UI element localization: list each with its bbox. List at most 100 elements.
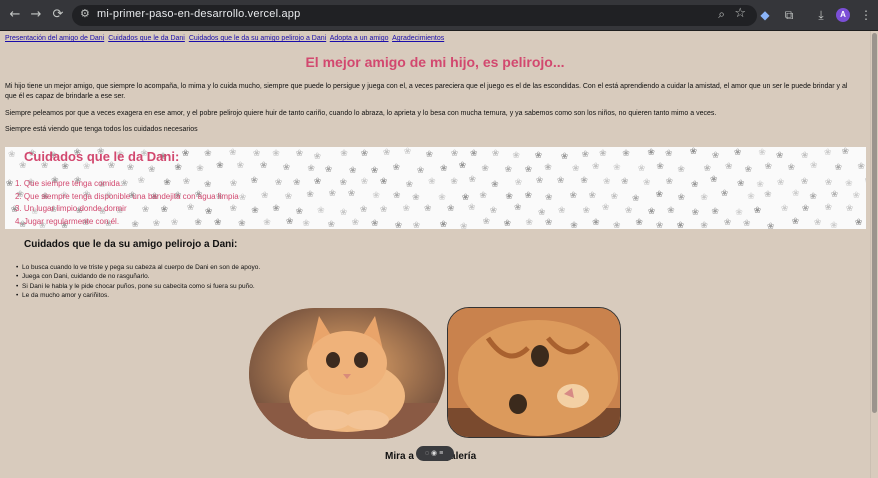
paw-print-icon: ❀ [181,148,190,159]
care-dani-section: ❀ ❀ ❀ ❀ ❀ ❀ ❀ ❀ ❀ ❀ ❀ ❀ ❀ ❀ ❀ ❀ ❀ ❀ ❀ ❀ ❀ ❀ ❀ ❀ ❀ ❀ ❀ ❀ ❀ ❀ ❀ ❀ ❀ ❀ ❀ ❀ ❀ ❀ ❀ ❀… [5,147,866,229]
paw-print-icon: ❀ [676,219,685,229]
floating-toolbar[interactable]: ◌◉≡ [416,446,454,461]
extension-icon[interactable]: ◆ [756,6,774,24]
nav-link-agradecimientos[interactable]: Agradecimientos [392,35,444,42]
paw-print-icon: ❀ [450,147,459,158]
paw-print-icon: ❀ [259,160,268,171]
paw-print-icon: ❀ [758,147,766,158]
paw-print-icon: ❀ [613,219,621,229]
puzzle-icon[interactable]: ⧉ [780,6,798,24]
paw-print-icon: ❀ [655,219,664,229]
scrollbar-thumb[interactable] [872,33,877,413]
paw-print-icon: ❀ [412,219,421,229]
paw-print-icon: ❀ [665,175,674,186]
paw-print-icon: ❀ [416,164,425,175]
avatar[interactable]: A [836,8,850,22]
paw-print-icon: ❀ [317,204,325,215]
paw-print-icon: ❀ [580,175,588,186]
paw-print-icon: ❀ [534,149,543,160]
paw-print-icon: ❀ [126,162,135,173]
paw-print-icon: ❀ [503,217,512,228]
paw-print-icon: ❀ [766,220,775,229]
paw-print-icon: ❀ [238,192,247,203]
paw-print-icon: ❀ [852,190,861,201]
list-item: Lo busca cuando lo ve triste y pega su c… [16,263,260,273]
intro-paragraph-2: Siempre peleamos por que a veces exagera… [5,110,717,117]
paw-print-icon: ❀ [624,205,633,216]
paw-print-icon: ❀ [491,178,499,189]
eye-icon[interactable]: ◉ [431,450,439,457]
web-page: Presentación del amigo de Dani Cuidados … [0,31,870,478]
paw-print-icon: ❀ [403,147,412,157]
paw-print-icon: ❀ [787,162,796,172]
paw-print-icon: ❀ [468,174,476,185]
back-icon[interactable]: ← [6,6,24,24]
paw-print-icon: ❀ [359,204,368,215]
paw-print-icon: ❀ [525,217,533,228]
paw-print-icon: ❀ [753,205,762,216]
forward-icon[interactable]: → [27,6,45,24]
paw-print-icon: ❀ [524,189,533,200]
kitten-photo-1 [249,308,445,439]
paw-print-icon: ❀ [489,204,498,215]
intro-paragraph-3: Siempre está viendo que tenga todos los … [5,126,198,133]
menu-lines-icon[interactable]: ≡ [439,450,445,457]
paw-print-icon: ❀ [504,163,513,174]
paw-print-icon: ❀ [272,203,280,214]
list-item: 1. Que siempre tenga comida. [15,179,123,188]
paw-print-icon: ❀ [514,176,523,187]
paw-print-icon: ❀ [538,206,546,217]
paw-print-icon: ❀ [711,150,720,161]
nav-link-adopta[interactable]: Adopta a un amigo [330,35,389,42]
paw-print-icon: ❀ [610,190,619,201]
nav-link-presentacion[interactable]: Presentación del amigo de Dani [5,35,104,42]
paw-print-icon: ❀ [535,174,544,185]
nav-link-cuidados-dani[interactable]: Cuidados que le da Dani [108,35,185,42]
bookmark-star-icon[interactable]: ☆ [734,6,746,21]
paw-print-icon: ❀ [643,177,651,188]
paw-print-icon: ❀ [723,217,732,228]
intro-paragraph-1: Mi hijo tiene un mejor amigo, que siempr… [5,83,848,100]
paw-print-icon: ❀ [347,188,356,198]
reload-icon[interactable]: ⟳ [49,6,67,24]
menu-icon[interactable]: ⋮ [857,6,875,24]
paw-print-icon: ❀ [306,188,314,199]
paw-print-icon: ❀ [458,160,467,171]
paw-print-icon: ❀ [263,217,271,228]
paw-print-icon: ❀ [372,189,380,200]
gallery-heading-start: Mira a [385,451,414,462]
paw-print-icon: ❀ [710,174,718,184]
paw-print-icon: ❀ [340,148,348,159]
paw-print-icon: ❀ [405,178,414,189]
paw-print-icon: ❀ [691,178,699,189]
paw-print-icon: ❀ [379,203,388,214]
address-bar[interactable]: ⚙ mi-primer-paso-en-desarrollo.vercel.ap… [72,5,757,26]
paw-print-icon: ❀ [327,219,336,229]
site-info-icon[interactable]: ⚙ [80,7,90,20]
paw-print-icon: ❀ [272,147,280,158]
paw-print-icon: ❀ [482,216,491,227]
paw-print-icon: ❀ [570,219,578,229]
paw-print-icon: ❀ [756,178,764,189]
scrollbar[interactable] [870,31,878,478]
paw-print-icon: ❀ [809,190,817,201]
paw-print-icon: ❀ [800,150,809,161]
paw-print-icon: ❀ [371,218,379,229]
paw-print-icon: ❀ [260,190,269,201]
zoom-icon[interactable]: ⌕ [718,7,725,22]
paw-print-icon: ❀ [621,176,629,187]
paw-print-icon: ❀ [656,160,664,171]
paw-print-icon: ❀ [700,220,708,229]
paw-print-icon: ❀ [428,176,436,187]
paw-print-icon: ❀ [720,188,729,199]
nav-link-cuidados-amigo[interactable]: Cuidados que le da su amigo pelirojo a D… [189,35,326,42]
top-nav: Presentación del amigo de Dani Cuidados … [5,35,446,42]
paw-print-icon: ❀ [622,147,630,158]
paw-print-icon: ❀ [196,163,204,174]
paw-print-icon: ❀ [282,161,291,172]
paw-print-icon: ❀ [864,175,866,185]
paw-print-icon: ❀ [711,206,719,217]
paw-print-icon: ❀ [601,202,610,213]
paw-print-icon: ❀ [348,164,357,175]
download-icon[interactable]: ⤓ [812,6,830,24]
